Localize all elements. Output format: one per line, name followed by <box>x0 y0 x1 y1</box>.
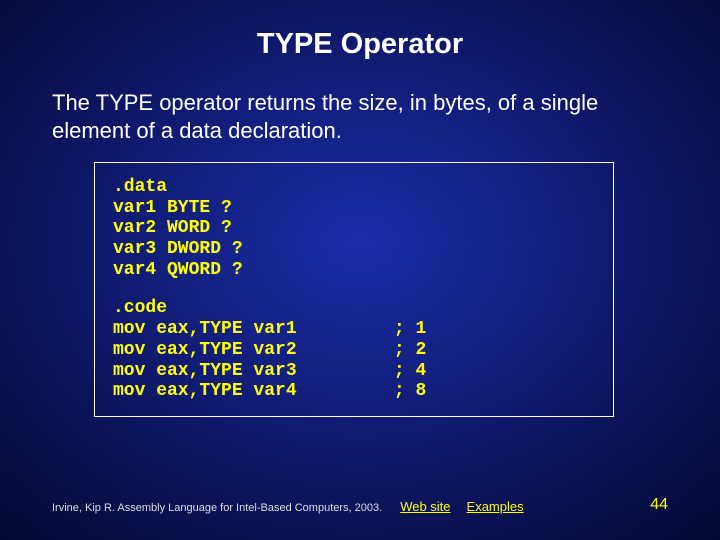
page-number: 44 <box>650 496 668 514</box>
footer-links: Web site Examples <box>400 499 523 514</box>
code-box: .data var1 BYTE ? var2 WORD ? var3 DWORD… <box>94 162 614 417</box>
slide-title: TYPE Operator <box>52 28 668 61</box>
slide: TYPE Operator The TYPE operator returns … <box>0 0 720 540</box>
slide-description: The TYPE operator returns the size, in b… <box>52 89 668 144</box>
code-data-section: .data var1 BYTE ? var2 WORD ? var3 DWORD… <box>113 177 243 280</box>
credit-text: Irvine, Kip R. Assembly Language for Int… <box>52 502 382 514</box>
footer: Irvine, Kip R. Assembly Language for Int… <box>52 499 668 514</box>
examples-link[interactable]: Examples <box>467 499 524 514</box>
code-code-section: .code mov eax,TYPE var1 ; 1 mov eax,TYPE… <box>113 298 595 401</box>
web-site-link[interactable]: Web site <box>400 499 450 514</box>
